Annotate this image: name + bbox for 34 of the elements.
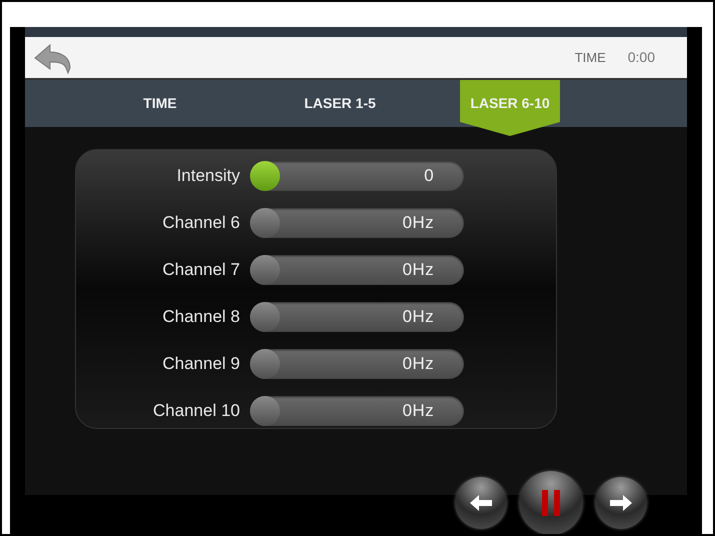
slider-value: 0Hz (402, 258, 434, 281)
slider-thumb[interactable] (250, 254, 280, 284)
slider-thumb[interactable] (250, 160, 280, 190)
slider-label: Channel 9 (161, 352, 241, 375)
left-arrow-icon (470, 495, 492, 511)
slider-thumb[interactable] (250, 302, 280, 332)
slider-label: Channel 8 (161, 306, 241, 328)
slider-thumb[interactable] (250, 208, 280, 238)
right-arrow-icon (610, 495, 632, 511)
slider-value: 0 (424, 164, 434, 187)
slider-thumb[interactable] (250, 348, 280, 378)
slider-track[interactable]: 0Hz (250, 254, 464, 284)
slider-track[interactable]: 0 (250, 160, 464, 190)
slider-value: 0Hz (402, 400, 434, 422)
slider-label: Channel 10 (152, 400, 241, 422)
tab[interactable]: LASER 1-5 (265, 80, 415, 127)
slider-value: 0Hz (402, 306, 434, 328)
pause-icon (541, 490, 561, 516)
pause-button[interactable] (519, 471, 583, 534)
time-value: 0:00 (628, 48, 655, 67)
slider-label: Intensity (176, 164, 241, 187)
next-button[interactable] (595, 477, 647, 529)
slider-label: Channel 6 (161, 212, 241, 234)
previous-button[interactable] (455, 477, 507, 529)
slider-track[interactable]: 0Hz (250, 396, 464, 426)
slider-track[interactable]: 0Hz (250, 302, 464, 332)
time-label: TIME (574, 48, 606, 67)
slider-track[interactable]: 0Hz (250, 208, 464, 238)
slider-value: 0Hz (402, 352, 434, 375)
slider-thumb[interactable] (250, 396, 280, 426)
tab[interactable]: TIME (100, 80, 220, 127)
slider-track[interactable]: 0Hz (250, 348, 464, 378)
slider-value: 0Hz (402, 212, 434, 234)
slider-label: Channel 7 (161, 258, 241, 281)
